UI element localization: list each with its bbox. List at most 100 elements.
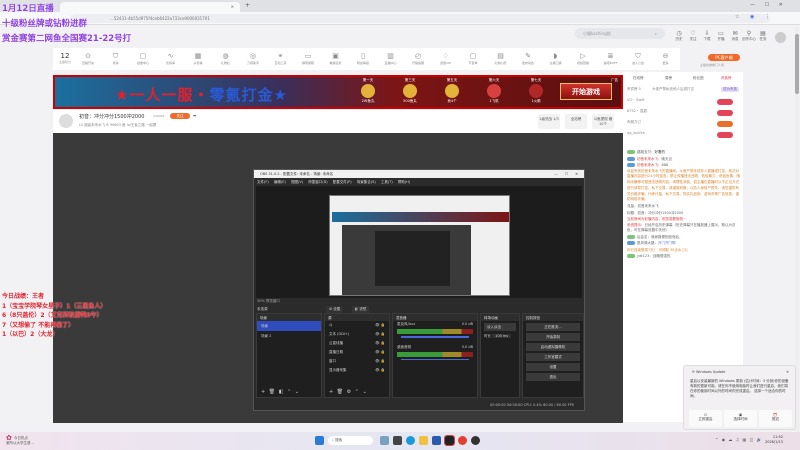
toolbar-item[interactable]: ⊙ 直播开关 <box>77 52 99 65</box>
file-icon[interactable] <box>380 436 389 445</box>
tab-noble[interactable]: 贵族榜 <box>721 76 732 81</box>
toolbar-item[interactable]: ▢ 节目单 <box>462 52 484 65</box>
menu-scene-collection[interactable]: 场景集合(S) <box>357 180 376 184</box>
url-input[interactable]: ...52431-4b55d975f4ceb6422a733ce90000317… <box>70 14 770 23</box>
new-tab-button[interactable]: + <box>245 2 250 9</box>
app-icon[interactable] <box>393 436 402 445</box>
source-item[interactable]: 斗 👁 🔒 <box>325 321 389 330</box>
toolbar-item[interactable]: ⛉ 进入公会 <box>627 52 649 65</box>
rank-item[interactable]: 布朗方订 <box>627 120 739 130</box>
toolbar-item[interactable]: ▥ 直播中心 <box>380 52 402 65</box>
toolbar-item[interactable]: ◴ 开播提醒 <box>407 52 429 65</box>
history-button[interactable]: ◷ 历史 <box>672 30 686 42</box>
toolbar-item[interactable]: ▯ 粉丝等级 <box>352 52 374 65</box>
exit-button[interactable]: 退出 <box>526 373 580 381</box>
ad-banner[interactable]: ★一人一服・零氪打金★ 第一天 2W鱼丸 第三天 500鱼丸 第五天 贡4个 第六天 1… <box>53 75 623 109</box>
scene-item[interactable]: 场景 2 <box>257 331 321 341</box>
obs-preview[interactable] <box>256 186 582 298</box>
profile-icon[interactable]: ◉ <box>750 14 754 20</box>
message-button[interactable]: ✉ 消息 <box>728 30 742 42</box>
system-tray[interactable]: ⌃ ◉ ☁ ♫ ▦ ◫ 🔊 <box>715 437 762 442</box>
close-tab-icon[interactable]: × <box>231 4 234 9</box>
news-widget[interactable]: ✿ 今日热点 某所以大学生退… <box>6 435 34 445</box>
toolbar-item[interactable]: ⚭ 互动工具 <box>270 52 292 65</box>
scene-toolbar[interactable]: + 🗑 ◧ ⌃ ⌄ <box>261 389 299 395</box>
menu-tools[interactable]: 工具(T) <box>381 180 393 184</box>
start-game-button[interactable]: 开始游戏 <box>560 83 612 100</box>
creator-button[interactable]: ⚲ 创作中心 <box>742 30 756 42</box>
close-icon[interactable]: ✕ <box>786 370 789 374</box>
menu-profile[interactable]: 配置文件(P) <box>333 180 352 184</box>
info-button[interactable]: 1级洗战 1/3 <box>538 114 560 129</box>
settings-button[interactable]: 设置 <box>526 363 580 371</box>
toolbar-item[interactable]: ∿ 表情库 <box>160 52 182 65</box>
properties-button[interactable]: ⚙ 设置 <box>326 306 344 313</box>
tab-fans[interactable]: 粉丝团 <box>693 76 704 81</box>
info-button[interactable]: 斗鱼提现 赚10个 <box>592 114 614 129</box>
follow-button[interactable]: ♡ 关注 <box>686 30 700 42</box>
transition-select[interactable]: 淡入淡出 <box>484 323 516 331</box>
menu-view[interactable]: 视图(V) <box>291 180 303 184</box>
toolbar-item[interactable]: ◗ 主播口袋 <box>545 52 567 65</box>
explorer-icon[interactable] <box>419 436 428 445</box>
tab-weekly[interactable]: 周榜 <box>665 76 672 81</box>
menu-icon[interactable]: ⋮ <box>765 14 770 20</box>
menu-docks[interactable]: 停靠窗口(D) <box>308 180 327 184</box>
source-item[interactable]: 直播日期 👁 🔒 <box>325 348 389 357</box>
duration-input[interactable]: 100 ms <box>492 334 512 338</box>
streamer-avatar[interactable] <box>59 114 73 128</box>
rank-item[interactable]: qq_kpcfeh <box>627 131 739 141</box>
toolbar-item[interactable]: ▭ 弹幕屏蔽 <box>297 52 319 65</box>
menu-help[interactable]: 帮助(H) <box>398 180 410 184</box>
streaming-button[interactable]: 正在推流… <box>526 323 580 331</box>
task-button[interactable]: ▤ 任务 <box>756 30 770 42</box>
become-noble-button[interactable]: 成为贵族 <box>721 87 739 92</box>
edge-icon[interactable] <box>406 436 415 445</box>
toolbar-item[interactable]: ▣ 看播任务 <box>325 52 347 65</box>
toolbar-item[interactable]: ◎ 刀塔助手 <box>242 52 264 65</box>
toolbar-item[interactable]: ▤ 礼物心愿 <box>490 52 512 65</box>
toolbar-item[interactable]: ♢ 贵族VIP <box>435 52 457 65</box>
rank-item[interactable]: 8752~ 靠靠 <box>627 109 739 119</box>
desktop-volume-slider[interactable] <box>401 358 469 360</box>
share-icon[interactable]: ➦ <box>193 113 196 118</box>
filters-button[interactable]: ◧ 滤镜 <box>352 306 370 313</box>
obs-window-controls[interactable]: — ☐ ✕ <box>554 172 578 176</box>
info-button[interactable]: 全站榜 <box>565 114 587 129</box>
scene-item[interactable]: 场景 <box>257 321 321 331</box>
source-item[interactable]: 文本 (GDI+) 👁 🔒 <box>325 330 389 339</box>
search-icon[interactable]: ⌕ <box>655 31 657 36</box>
store-icon[interactable] <box>432 436 441 445</box>
virtual-camera-button[interactable]: 启动虚拟摄像机 <box>526 343 580 351</box>
toolbar-item[interactable]: ≣ 鱼吧BUFF <box>600 52 622 65</box>
bookmark-star-icon[interactable]: ☆ <box>735 14 739 20</box>
source-item[interactable]: 窗口 👁 🔒 <box>325 357 389 366</box>
start-icon[interactable] <box>315 436 324 445</box>
toolbar-item[interactable]: ⊖ 更多 <box>655 52 677 65</box>
toolbar-item[interactable]: ✎ 发布动态 <box>517 52 539 65</box>
studio-mode-button[interactable]: 工作室模式 <box>526 353 580 361</box>
mic-volume-slider[interactable] <box>401 336 469 338</box>
tab-online[interactable]: 在线榜 <box>633 76 644 81</box>
window-controls[interactable]: — ☐ ✕ <box>750 2 783 8</box>
rank-item[interactable]: VG~ Swift <box>627 98 739 108</box>
clock[interactable]: 11:52 2026/1/13 <box>765 435 783 445</box>
chrome-icon[interactable] <box>458 436 467 445</box>
app-active-icon[interactable] <box>444 435 455 446</box>
menu-edit[interactable]: 编辑(E) <box>274 180 286 184</box>
menu-file[interactable]: 文件(F) <box>257 180 269 184</box>
user-avatar[interactable] <box>775 32 786 43</box>
pick-time-button[interactable]: ▣ 选择时间 <box>724 410 757 427</box>
pc-client-button[interactable]: PC客户端 <box>708 54 740 61</box>
source-toolbar[interactable]: + 🗑 ⚙ ⌃ ⌄ <box>329 389 367 395</box>
toolbar-item[interactable]: ◍ 礼物栏 <box>215 52 237 65</box>
download-button[interactable]: ⇩ 下载 <box>700 30 714 42</box>
obs-icon[interactable] <box>471 436 480 445</box>
record-button[interactable]: 开始录制 <box>526 333 580 341</box>
toolbar-item[interactable]: ▷ 视频回播 <box>572 52 594 65</box>
taskbar-search[interactable]: ⌕ 搜索 <box>328 436 373 445</box>
restart-now-button[interactable]: ⏻ 立即重启 <box>689 410 722 427</box>
snooze-button[interactable]: ⏰ 推迟 <box>759 410 792 427</box>
preview-zoom[interactable]: 30% 预览窗口 <box>257 299 280 304</box>
source-item[interactable]: 显示器采集 👁 🔒 <box>325 366 389 375</box>
